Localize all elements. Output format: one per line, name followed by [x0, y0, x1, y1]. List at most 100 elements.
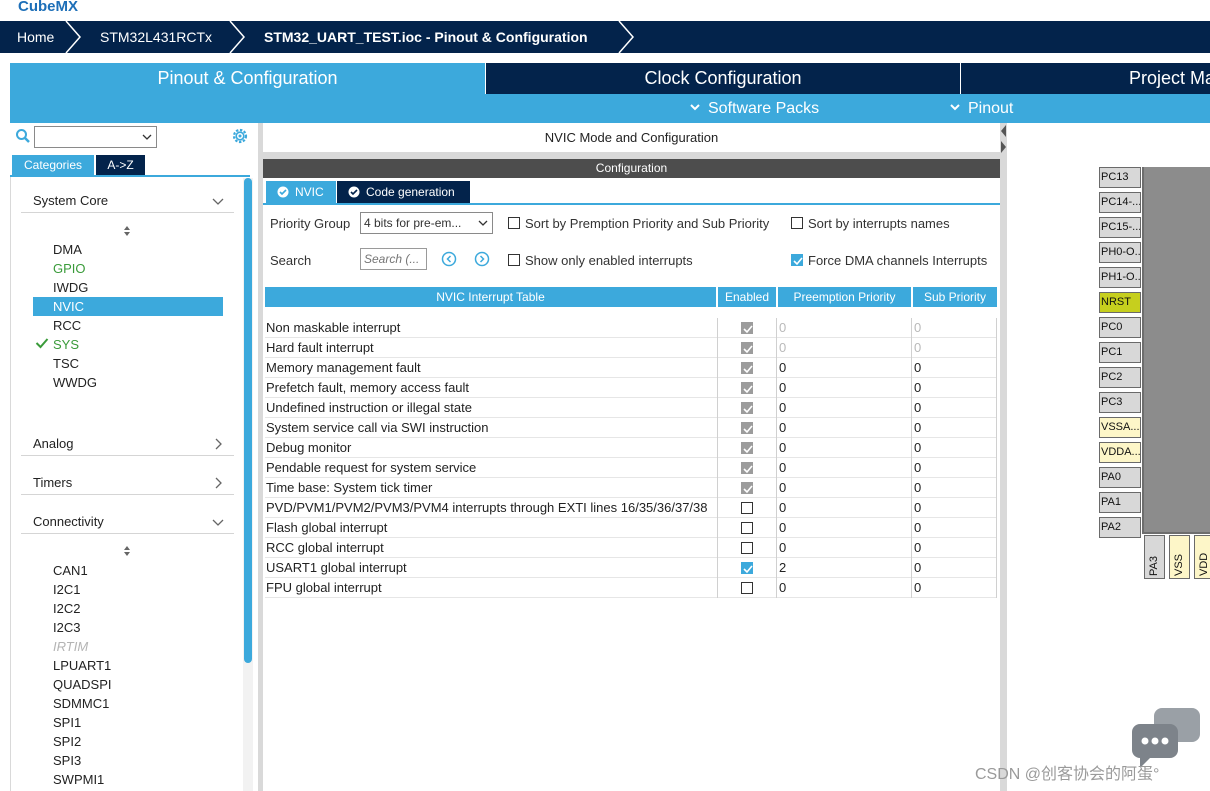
enabled-cell[interactable] — [718, 378, 776, 398]
preemption-priority[interactable]: 0 — [779, 358, 909, 378]
table-row[interactable]: Flash global interrupt 0 0 — [265, 518, 997, 538]
collapse-left-icon[interactable] — [1001, 125, 1006, 137]
search-input[interactable] — [360, 248, 427, 270]
pin-pa0[interactable]: PA0 — [1099, 467, 1141, 488]
tree-item-gpio[interactable]: GPIO — [33, 259, 223, 278]
enabled-cell[interactable] — [718, 398, 776, 418]
table-row[interactable]: Pendable request for system service 0 0 — [265, 458, 997, 478]
software-packs-menu[interactable]: Software Packs — [690, 94, 819, 123]
left-scrollbar-thumb[interactable] — [244, 178, 252, 663]
sub-priority[interactable]: 0 — [914, 378, 994, 398]
table-row[interactable]: Time base: System tick timer 0 0 — [265, 478, 997, 498]
sub-priority[interactable]: 0 — [914, 538, 994, 558]
pin-pc1[interactable]: PC1 — [1099, 342, 1141, 363]
category-filter-select[interactable] — [34, 126, 157, 148]
sort-premption-checkbox[interactable] — [508, 217, 520, 229]
breadcrumb-home[interactable]: Home — [17, 21, 54, 53]
preemption-priority[interactable]: 0 — [779, 398, 909, 418]
table-row[interactable]: Non maskable interrupt 0 0 — [265, 318, 997, 338]
sub-priority[interactable]: 0 — [914, 318, 994, 338]
preemption-priority[interactable]: 0 — [779, 538, 909, 558]
pin-vdd[interactable]: VDD — [1194, 535, 1210, 579]
pin-pa2[interactable]: PA2 — [1099, 517, 1141, 538]
pin-pa1[interactable]: PA1 — [1099, 492, 1141, 513]
tree-item-iwdg[interactable]: IWDG — [33, 278, 223, 297]
sort-names-checkbox[interactable] — [791, 217, 803, 229]
tab-nvic[interactable]: NVIC — [266, 181, 336, 203]
tab-code-generation[interactable]: Code generation — [337, 181, 470, 203]
sub-priority[interactable]: 0 — [914, 438, 994, 458]
tree-item-spi2[interactable]: SPI2 — [33, 732, 223, 751]
preemption-priority[interactable]: 0 — [779, 318, 909, 338]
enabled-cell[interactable] — [718, 318, 776, 338]
pin-pc13[interactable]: PC13 — [1099, 167, 1141, 188]
tree-item-sdmmc1[interactable]: SDMMC1 — [33, 694, 223, 713]
sort-icon[interactable] — [123, 225, 131, 237]
pin-pc14[interactable]: PC14-... — [1099, 192, 1141, 213]
preemption-priority[interactable]: 0 — [779, 438, 909, 458]
preemption-priority[interactable]: 0 — [779, 458, 909, 478]
preemption-priority[interactable]: 2 — [779, 558, 909, 578]
preemption-priority[interactable]: 0 — [779, 338, 909, 358]
enabled-cell[interactable] — [718, 538, 776, 558]
tab-pinout-configuration[interactable]: Pinout & Configuration — [10, 63, 485, 94]
force-dma-checkbox[interactable] — [791, 254, 803, 266]
show-enabled-checkbox[interactable] — [508, 254, 520, 266]
table-row[interactable]: RCC global interrupt 0 0 — [265, 538, 997, 558]
enabled-cell[interactable] — [718, 338, 776, 358]
enabled-checkbox[interactable] — [741, 502, 753, 514]
chat-icon[interactable] — [1130, 708, 1202, 768]
table-row[interactable]: Undefined instruction or illegal state 0 0 — [265, 398, 997, 418]
enabled-cell[interactable] — [718, 498, 776, 518]
table-row[interactable]: System service call via SWI instruction 0… — [265, 418, 997, 438]
enabled-cell[interactable] — [718, 578, 776, 598]
enabled-cell[interactable] — [718, 358, 776, 378]
sub-priority[interactable]: 0 — [914, 518, 994, 538]
mode-config-divider[interactable] — [263, 152, 1000, 159]
tree-item-lpuart1[interactable]: LPUART1 — [33, 656, 223, 675]
table-row[interactable]: PVD/PVM1/PVM2/PVM3/PVM4 interrupts throu… — [265, 498, 997, 518]
sub-priority[interactable]: 0 — [914, 558, 994, 578]
sub-priority[interactable]: 0 — [914, 478, 994, 498]
tree-item-nvic[interactable]: NVIC — [33, 297, 223, 316]
section-timers[interactable]: Timers — [21, 471, 234, 495]
pin-vdda[interactable]: VDDA... — [1099, 442, 1141, 463]
tab-categories[interactable]: Categories — [12, 155, 94, 175]
column-header-interrupt[interactable]: NVIC Interrupt Table — [265, 287, 716, 307]
enabled-cell[interactable] — [718, 418, 776, 438]
sub-priority[interactable]: 0 — [914, 498, 994, 518]
tab-project-manager[interactable]: Project Ma — [961, 63, 1210, 94]
breadcrumb-device[interactable]: STM32L431RCTx — [100, 21, 212, 53]
tree-item-i2c3[interactable]: I2C3 — [33, 618, 223, 637]
tree-item-i2c2[interactable]: I2C2 — [33, 599, 223, 618]
enabled-checkbox[interactable] — [741, 542, 753, 554]
table-row[interactable]: USART1 global interrupt 2 0 — [265, 558, 997, 578]
preemption-priority[interactable]: 0 — [779, 498, 909, 518]
sub-priority[interactable]: 0 — [914, 358, 994, 378]
tree-item-wwdg[interactable]: WWDG — [33, 373, 223, 392]
tree-item-tsc[interactable]: TSC — [33, 354, 223, 373]
pinout-menu[interactable]: Pinout — [950, 94, 1013, 123]
pin-ph0o[interactable]: PH0-O... — [1099, 242, 1141, 263]
tree-item-rcc[interactable]: RCC — [33, 316, 223, 335]
tree-item-spi3[interactable]: SPI3 — [33, 751, 223, 770]
table-row[interactable]: FPU global interrupt 0 0 — [265, 578, 997, 598]
tree-item-spi1[interactable]: SPI1 — [33, 713, 223, 732]
tree-item-can1[interactable]: CAN1 — [33, 561, 223, 580]
enabled-cell[interactable] — [718, 478, 776, 498]
table-row[interactable]: Memory management fault 0 0 — [265, 358, 997, 378]
sub-priority[interactable]: 0 — [914, 338, 994, 358]
tab-clock-configuration[interactable]: Clock Configuration — [486, 63, 960, 94]
search-icon[interactable] — [15, 128, 31, 144]
column-header-enabled[interactable]: Enabled — [718, 287, 776, 307]
tree-item-irtim[interactable]: IRTIM — [33, 637, 223, 656]
sub-priority[interactable]: 0 — [914, 398, 994, 418]
tree-item-dma[interactable]: DMA — [33, 240, 223, 259]
sub-priority[interactable]: 0 — [914, 418, 994, 438]
preemption-priority[interactable]: 0 — [779, 518, 909, 538]
sub-priority[interactable]: 0 — [914, 578, 994, 598]
collapse-right-icon[interactable] — [1001, 141, 1006, 153]
priority-group-select[interactable]: 4 bits for pre-em... — [360, 212, 493, 234]
pin-vssa[interactable]: VSSA... — [1099, 417, 1141, 438]
pin-pc2[interactable]: PC2 — [1099, 367, 1141, 388]
